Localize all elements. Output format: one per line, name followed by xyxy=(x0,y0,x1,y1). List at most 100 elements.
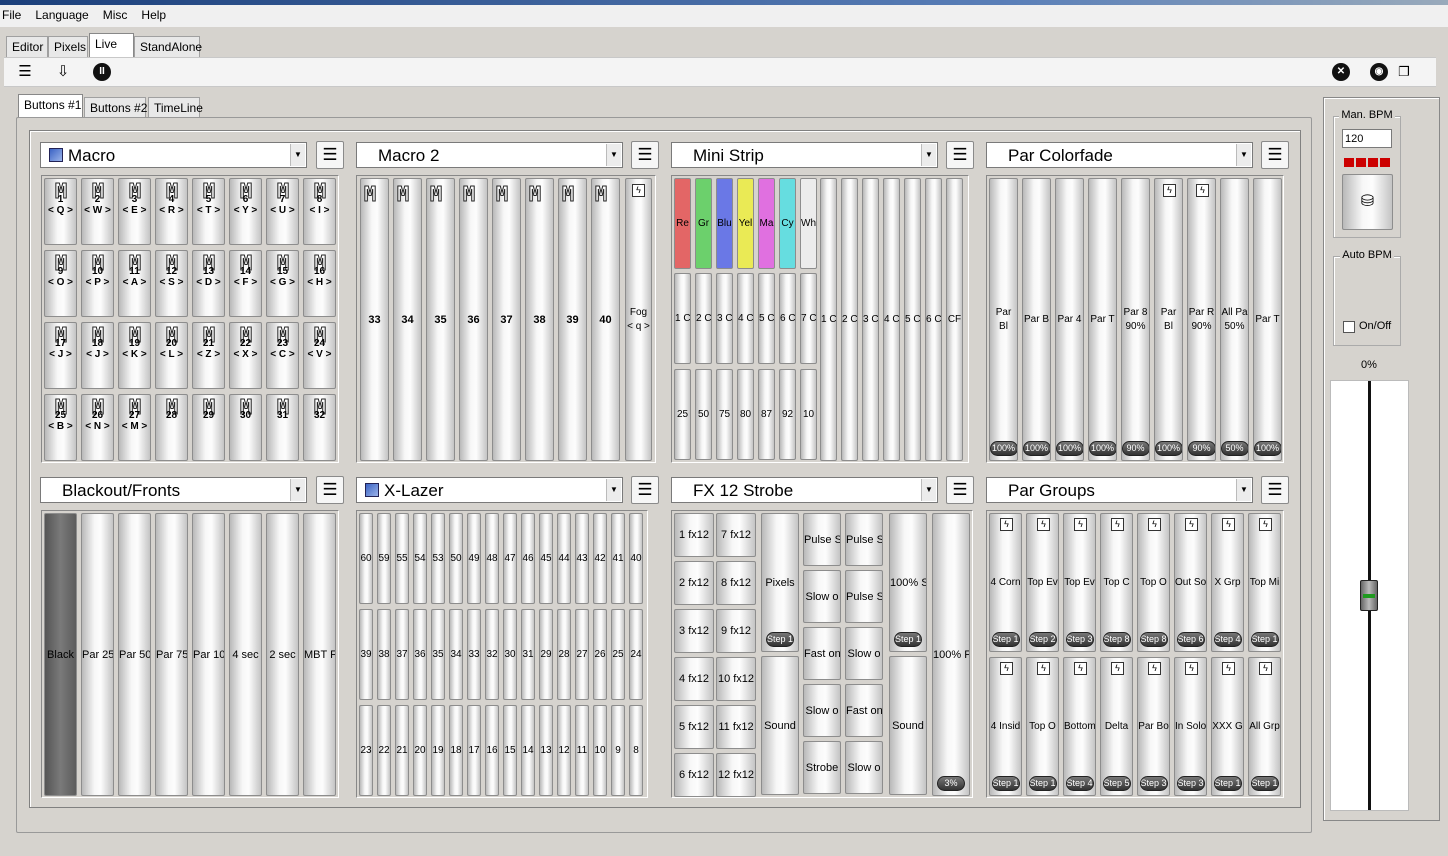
xlazer-button[interactable]: 9 xyxy=(611,705,625,796)
speed-button[interactable]: 87 xyxy=(758,369,775,460)
xlazer-button[interactable]: 33 xyxy=(467,609,481,700)
strobe-mode-button[interactable]: Pulse St xyxy=(845,513,883,566)
joystick-icon[interactable]: ◉ xyxy=(1370,63,1388,81)
xlazer-button[interactable]: 39 xyxy=(359,609,373,700)
tab-standalone[interactable]: StandAlone xyxy=(134,36,202,57)
xlazer-button[interactable]: 45 xyxy=(539,513,553,604)
fx12-button[interactable]: 12 fx12 xyxy=(716,753,756,797)
fog-button[interactable]: ϟ Fog < q > xyxy=(625,178,652,461)
fx12-button[interactable]: 4 fx12 xyxy=(674,657,714,701)
par-colorfade-menu-button[interactable]: ☰ xyxy=(1261,141,1289,169)
close-icon[interactable]: ✕ xyxy=(1332,63,1350,81)
macro-button[interactable]: M 32 xyxy=(303,394,336,461)
colorfade-fader[interactable]: Par Bl 100% ϟ xyxy=(1154,178,1183,461)
macro-button[interactable]: M 5 < T > xyxy=(192,178,225,245)
par-groups-menu-button[interactable]: ☰ xyxy=(1261,476,1289,504)
macro-button[interactable]: M 16 < H > xyxy=(303,250,336,317)
xlazer-button[interactable]: 35 xyxy=(431,609,445,700)
tab-buttons-2[interactable]: Buttons #2 xyxy=(84,97,147,118)
xlazer-button[interactable]: 37 xyxy=(395,609,409,700)
colorfade-fader[interactable]: Par T 100% xyxy=(1088,178,1117,461)
colorfade-fader[interactable]: Par B 100% xyxy=(1022,178,1051,461)
color-button[interactable]: Blu xyxy=(716,178,733,269)
xlazer-button[interactable]: 19 xyxy=(431,705,445,796)
macro-button[interactable]: M 6 < Y > xyxy=(229,178,262,245)
speed-button[interactable]: 10 xyxy=(800,369,817,460)
macro-button[interactable]: M 29 xyxy=(192,394,225,461)
xlazer-combo[interactable]: X-Lazer ▼ xyxy=(356,477,623,503)
xlazer-button[interactable]: 36 xyxy=(413,609,427,700)
xlazer-button[interactable]: 25 xyxy=(611,609,625,700)
colorfade-fader[interactable]: Par 8 90% 90% xyxy=(1121,178,1150,461)
window-icon[interactable]: ❐ xyxy=(1395,63,1413,81)
chase-button[interactable]: 7 C xyxy=(800,273,817,364)
speed-button[interactable]: 75 xyxy=(716,369,733,460)
chase-button[interactable]: 2 C xyxy=(695,273,712,364)
tab-timeline[interactable]: TimeLine xyxy=(148,97,203,118)
blackout-button[interactable]: 4 sec xyxy=(229,513,262,796)
par-group-button[interactable]: ϟ Top O Step 8 xyxy=(1137,513,1170,652)
mini-strip-fader[interactable]: 2 C xyxy=(841,178,858,461)
manual-bpm-input[interactable] xyxy=(1342,129,1392,148)
par-groups-combo[interactable]: Par Groups ▼ xyxy=(986,477,1253,503)
strobe-mode-button[interactable]: Strobe xyxy=(803,741,841,794)
xlazer-button[interactable]: 60 xyxy=(359,513,373,604)
xlazer-button[interactable]: 55 xyxy=(395,513,409,604)
menu-icon[interactable]: ☰ xyxy=(16,63,34,81)
mini-strip-fader[interactable]: 6 C xyxy=(925,178,942,461)
chase-button[interactable]: 3 C xyxy=(716,273,733,364)
xlazer-button[interactable]: 49 xyxy=(467,513,481,604)
macro-button[interactable]: M 9 < O > xyxy=(44,250,77,317)
macro2-button[interactable]: M 38 xyxy=(525,178,554,461)
colorfade-fader[interactable]: Par 4 100% xyxy=(1055,178,1084,461)
mini-strip-fader[interactable]: 3 C xyxy=(862,178,879,461)
speed-button[interactable]: 92 xyxy=(779,369,796,460)
macro-button[interactable]: M 30 xyxy=(229,394,262,461)
xlazer-button[interactable]: 29 xyxy=(539,609,553,700)
fx12-button[interactable]: 10 fx12 xyxy=(716,657,756,701)
blackout-button[interactable]: 2 sec xyxy=(266,513,299,796)
macro-button[interactable]: M 1 < Q > xyxy=(44,178,77,245)
par-group-button[interactable]: ϟ Par Bo Step 3 xyxy=(1137,657,1170,796)
fx12-button[interactable]: 5 fx12 xyxy=(674,705,714,749)
chase-button[interactable]: 6 C xyxy=(779,273,796,364)
color-button[interactable]: Re xyxy=(674,178,691,269)
macro2-button[interactable]: M 35 xyxy=(426,178,455,461)
xlazer-button[interactable]: 10 xyxy=(593,705,607,796)
fx12-button[interactable]: 3 fx12 xyxy=(674,609,714,653)
xlazer-button[interactable]: 50 xyxy=(449,513,463,604)
macro2-button[interactable]: M 33 xyxy=(360,178,389,461)
fx12-button[interactable]: 11 fx12 xyxy=(716,705,756,749)
xlazer-button[interactable]: 28 xyxy=(557,609,571,700)
xlazer-button[interactable]: 8 xyxy=(629,705,643,796)
macro-button[interactable]: M 31 xyxy=(266,394,299,461)
speed-button[interactable]: 25 xyxy=(674,369,691,460)
macro-button[interactable]: M 4 < R > xyxy=(155,178,188,245)
xlazer-button[interactable]: 23 xyxy=(359,705,373,796)
macro-button[interactable]: M 3 < E > xyxy=(118,178,151,245)
sound-button[interactable]: Sound xyxy=(761,656,799,795)
xlazer-button[interactable]: 59 xyxy=(377,513,391,604)
xlazer-button[interactable]: 18 xyxy=(449,705,463,796)
macro-combo[interactable]: Macro ▼ xyxy=(40,142,307,168)
par-group-button[interactable]: ϟ Top Ev Step 2 xyxy=(1026,513,1059,652)
macro2-button[interactable]: M 34 xyxy=(393,178,422,461)
par-group-button[interactable]: ϟ In Solo Step 3 xyxy=(1174,657,1207,796)
macro-button[interactable]: M 15 < G > xyxy=(266,250,299,317)
par-group-button[interactable]: ϟ Top C Step 8 xyxy=(1100,513,1133,652)
colorfade-fader[interactable]: Par T 100% xyxy=(1253,178,1282,461)
colorfade-fader[interactable]: Par R 90% 90% ϟ xyxy=(1187,178,1216,461)
tab-editor[interactable]: Editor xyxy=(6,36,48,57)
blackout-button[interactable]: Black xyxy=(44,513,77,796)
xlazer-button[interactable]: 47 xyxy=(503,513,517,604)
fx12-button[interactable]: 6 fx12 xyxy=(674,753,714,797)
macro-button[interactable]: M 25 < B > xyxy=(44,394,77,461)
blackout-button[interactable]: MBT F xyxy=(303,513,336,796)
blackout-button[interactable]: Par 25 xyxy=(81,513,114,796)
blackout-button[interactable]: Par 10 xyxy=(192,513,225,796)
fx12-button[interactable]: 9 fx12 xyxy=(716,609,756,653)
tab-live[interactable]: Live xyxy=(89,33,134,57)
xlazer-menu-button[interactable]: ☰ xyxy=(631,476,659,504)
chase-button[interactable]: 1 C xyxy=(674,273,691,364)
xlazer-button[interactable]: 26 xyxy=(593,609,607,700)
